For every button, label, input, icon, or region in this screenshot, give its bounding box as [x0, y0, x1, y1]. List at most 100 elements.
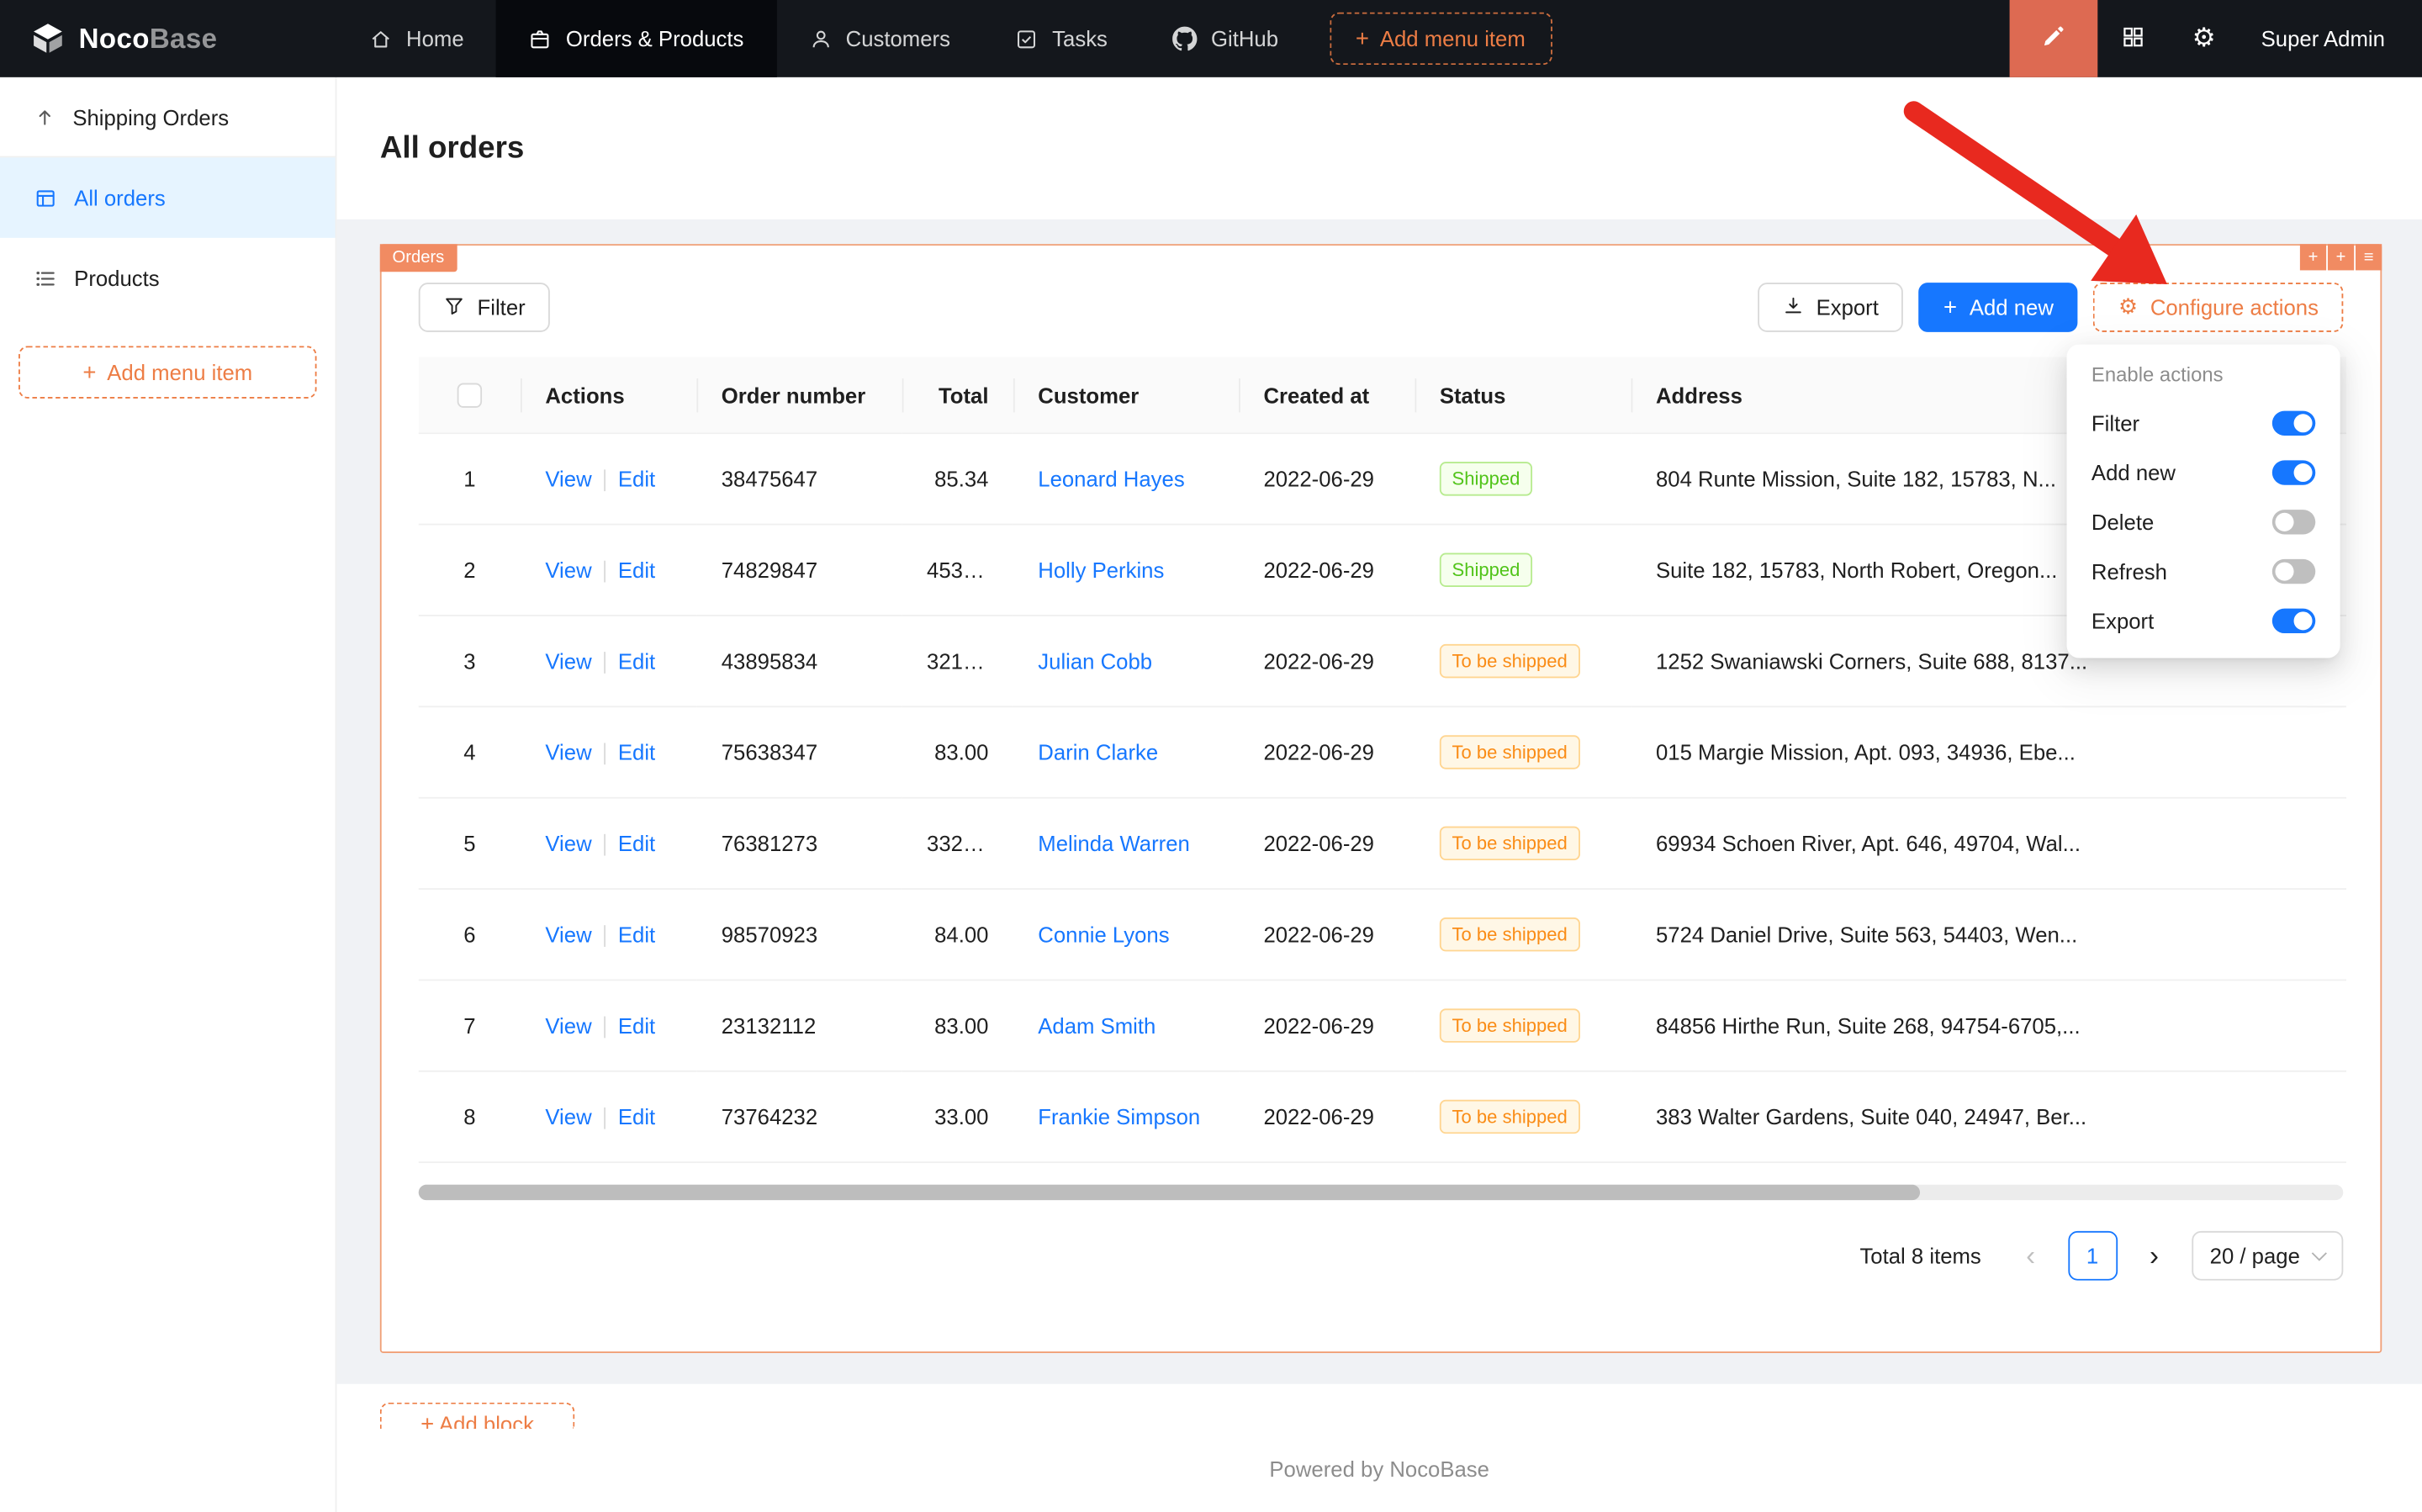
- status-cell: To be shipped: [1415, 890, 1631, 981]
- dropdown-item-refresh[interactable]: Refresh: [2076, 547, 2331, 596]
- created-at-cell: 2022-06-29: [1239, 616, 1415, 706]
- page-size-select[interactable]: 20 / page: [2192, 1231, 2344, 1281]
- nav-item-orders-products[interactable]: Orders & Products: [496, 0, 776, 77]
- plugin-manager-button[interactable]: [2097, 0, 2168, 77]
- horizontal-scrollbar[interactable]: [419, 1185, 2344, 1200]
- customer-link[interactable]: Julian Cobb: [1038, 649, 1152, 674]
- divider: [604, 835, 606, 857]
- refresh-toggle[interactable]: [2272, 559, 2315, 584]
- add-action-icon[interactable]: +: [2328, 244, 2354, 270]
- dropdown-item-export[interactable]: Export: [2076, 596, 2331, 646]
- navbar-add-menu-item-button[interactable]: + Add menu item: [1330, 13, 1552, 65]
- scrollbar-thumb[interactable]: [419, 1185, 1920, 1200]
- settings-button[interactable]: ⚙: [2168, 0, 2239, 77]
- edit-link[interactable]: Edit: [618, 740, 655, 764]
- block-toolbar: + + ≡: [2300, 244, 2382, 270]
- edit-link[interactable]: Edit: [618, 1013, 655, 1038]
- dropdown-item-filter[interactable]: Filter: [2076, 399, 2331, 448]
- created-at-cell: 2022-06-29: [1239, 434, 1415, 525]
- toolbar-right: Export + Add new ⚙ Configure actions: [1758, 283, 2344, 332]
- nav-item-label: Orders & Products: [566, 26, 744, 50]
- edit-link[interactable]: Edit: [618, 467, 655, 491]
- add-new-button[interactable]: + Add new: [1919, 283, 2079, 332]
- filter-toggle[interactable]: [2272, 411, 2315, 436]
- edit-link[interactable]: Edit: [618, 558, 655, 582]
- status-cell: To be shipped: [1415, 707, 1631, 798]
- view-link[interactable]: View: [545, 1105, 591, 1129]
- nav-item-home[interactable]: Home: [336, 0, 496, 77]
- table-row: 7 ViewEdit 23132112 83.00 Adam Smith 202…: [419, 981, 2346, 1071]
- plus-icon: +: [1943, 296, 1957, 320]
- view-link[interactable]: View: [545, 740, 591, 764]
- nav-item-github[interactable]: GitHub: [1140, 0, 1311, 77]
- customer-link[interactable]: Leonard Hayes: [1038, 467, 1184, 491]
- total-cell: 332.00: [902, 798, 1013, 889]
- customer-link[interactable]: Darin Clarke: [1038, 740, 1158, 764]
- order-number-cell: 76381273: [696, 798, 902, 889]
- filter-button[interactable]: Filter: [419, 283, 550, 332]
- dropdown-item-label: Delete: [2091, 510, 2154, 534]
- customer-link[interactable]: Adam Smith: [1038, 1013, 1155, 1038]
- divider: [604, 470, 606, 492]
- dropdown-item-delete[interactable]: Delete: [2076, 497, 2331, 547]
- view-link[interactable]: View: [545, 467, 591, 491]
- add-column-icon[interactable]: +: [2300, 244, 2326, 270]
- configure-actions-label: Configure actions: [2150, 295, 2319, 320]
- edit-link[interactable]: Edit: [618, 923, 655, 947]
- edit-link[interactable]: Edit: [618, 1105, 655, 1129]
- configure-actions-dropdown: Enable actions Filter Add new Delete: [2067, 345, 2340, 658]
- edit-link[interactable]: Edit: [618, 649, 655, 674]
- sidebar-item-products[interactable]: Products: [0, 238, 336, 319]
- created-at-cell: 2022-06-29: [1239, 890, 1415, 981]
- page-size-value: 20 / page: [2210, 1244, 2300, 1268]
- status-badge: To be shipped: [1440, 918, 1580, 952]
- dropdown-item-label: Filter: [2091, 411, 2139, 436]
- sidebar-add-menu-item-button[interactable]: + Add menu item: [19, 346, 316, 398]
- view-link[interactable]: View: [545, 831, 591, 855]
- main-area: All orders Orders + + ≡: [336, 77, 2422, 1512]
- delete-toggle[interactable]: [2272, 510, 2315, 534]
- select-all-checkbox[interactable]: [457, 383, 482, 408]
- view-link[interactable]: View: [545, 649, 591, 674]
- order-number-cell: 73764232: [696, 1071, 902, 1162]
- row-index: 3: [419, 616, 521, 706]
- edit-link[interactable]: Edit: [618, 831, 655, 855]
- prev-page-button[interactable]: ‹: [2006, 1231, 2055, 1281]
- customer-link[interactable]: Melinda Warren: [1038, 832, 1190, 856]
- ui-editor-button[interactable]: [2009, 0, 2097, 77]
- export-toggle[interactable]: [2272, 609, 2315, 633]
- customer-link[interactable]: Connie Lyons: [1038, 923, 1169, 947]
- add-new-toggle[interactable]: [2272, 460, 2315, 484]
- page-1-button[interactable]: 1: [2068, 1231, 2118, 1281]
- content-panel: Orders + + ≡ Filter: [336, 219, 2422, 1384]
- chevron-down-icon: [2312, 1245, 2327, 1261]
- view-link[interactable]: View: [545, 923, 591, 947]
- nocobase-logo[interactable]: NocoBase: [0, 0, 336, 77]
- tasks-icon: [1015, 27, 1039, 50]
- next-page-button[interactable]: ›: [2129, 1231, 2179, 1281]
- customers-icon: [809, 27, 833, 50]
- arrow-up-icon: [34, 106, 56, 128]
- row-actions: View Edit: [521, 981, 696, 1071]
- configure-actions-button[interactable]: ⚙ Configure actions: [2094, 283, 2344, 332]
- address-cell: 383 Walter Gardens, Suite 040, 24947, Be…: [1631, 1071, 2346, 1162]
- export-button[interactable]: Export: [1758, 283, 1904, 332]
- add-block-button[interactable]: + Add block: [380, 1403, 574, 1429]
- customer-link[interactable]: Frankie Simpson: [1038, 1105, 1200, 1129]
- grid-icon: [2121, 24, 2145, 53]
- block-menu-icon[interactable]: ≡: [2356, 244, 2382, 270]
- view-link[interactable]: View: [545, 558, 591, 582]
- sidebar-item-shipping-orders[interactable]: Shipping Orders: [0, 77, 336, 158]
- dropdown-item-add-new[interactable]: Add new: [2076, 448, 2331, 498]
- dropdown-header: Enable actions: [2076, 357, 2331, 399]
- nav-item-tasks[interactable]: Tasks: [983, 0, 1140, 77]
- nav-item-customers[interactable]: Customers: [776, 0, 983, 77]
- sidebar-item-label: Shipping Orders: [72, 104, 229, 129]
- home-icon: [369, 27, 393, 50]
- user-menu[interactable]: Super Admin: [2240, 26, 2422, 50]
- view-link[interactable]: View: [545, 1013, 591, 1038]
- sidebar-item-all-orders[interactable]: All orders: [0, 157, 336, 238]
- sidebar-add-menu-item-label: Add menu item: [107, 360, 252, 384]
- nav-item-label: GitHub: [1211, 26, 1278, 50]
- customer-link[interactable]: Holly Perkins: [1038, 558, 1164, 583]
